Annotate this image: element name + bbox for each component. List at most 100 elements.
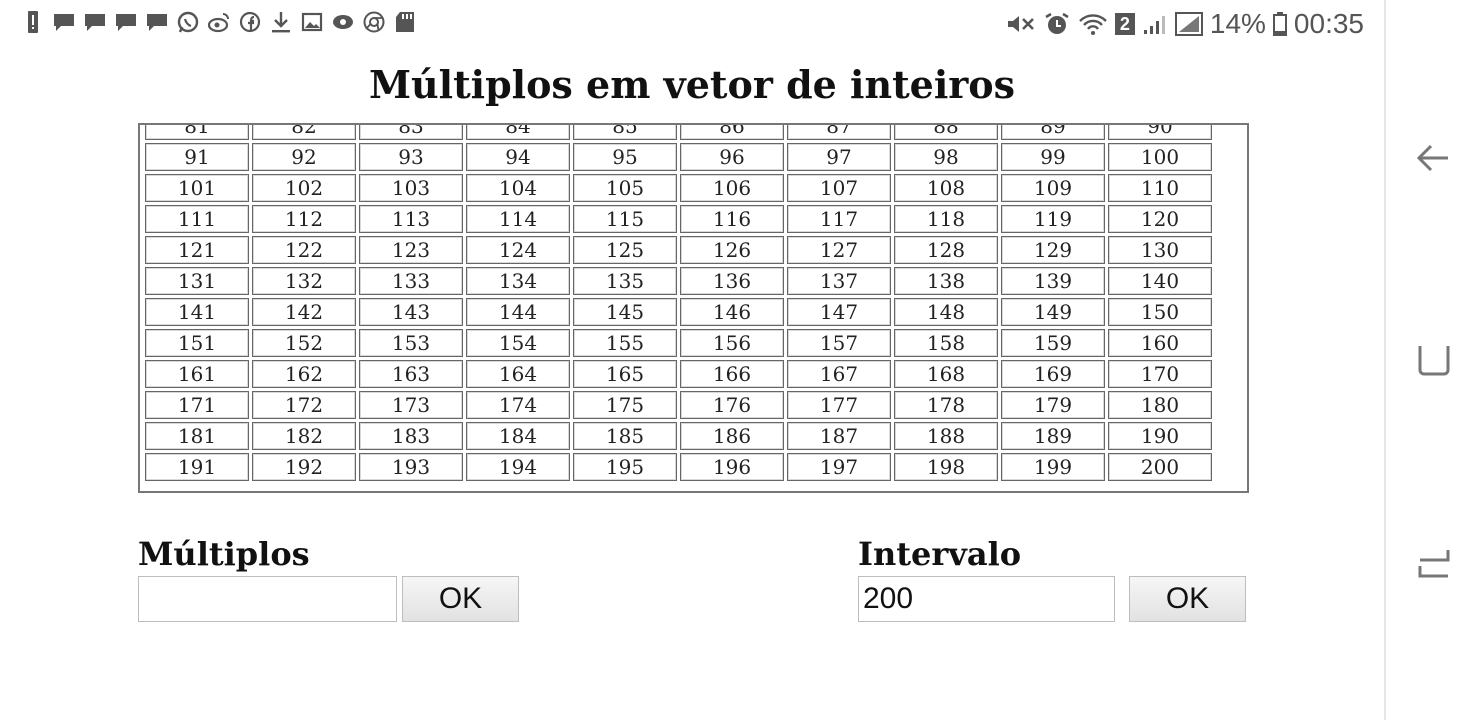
- table-cell: 167: [787, 360, 891, 388]
- table-row: 91 92 93 94 95 96 97 98 99 100: [145, 143, 1212, 171]
- table-cell: 111: [145, 205, 249, 233]
- intervalo-input[interactable]: [858, 576, 1115, 622]
- table-cell: 140: [1108, 267, 1212, 295]
- table-cell: 121: [145, 236, 249, 264]
- table-cell: 127: [787, 236, 891, 264]
- table-cell: 123: [359, 236, 463, 264]
- table-cell: 139: [1001, 267, 1105, 295]
- table-cell: 96: [680, 143, 784, 171]
- table-cell: 166: [680, 360, 784, 388]
- table-cell: 116: [680, 205, 784, 233]
- status-bar: 2 14% 00:35: [0, 0, 1384, 48]
- table-cell: 156: [680, 329, 784, 357]
- table-cell: 168: [894, 360, 998, 388]
- table-row: 191 192 193 194 195 196 197 198 199 200: [145, 453, 1212, 481]
- table-cell: 159: [1001, 329, 1105, 357]
- sim-badge: 2: [1114, 13, 1135, 35]
- signal-2-icon: [1174, 12, 1203, 36]
- table-cell: 104: [466, 174, 570, 202]
- table-cell: 138: [894, 267, 998, 295]
- table-cell: 180: [1108, 391, 1212, 419]
- table-cell: 182: [252, 422, 356, 450]
- table-cell: 179: [1001, 391, 1105, 419]
- table-cell: 144: [466, 298, 570, 326]
- table-cell: 94: [466, 143, 570, 171]
- table-row: 131 132 133 134 135 136 137 138 139 140: [145, 267, 1212, 295]
- table-cell: 102: [252, 174, 356, 202]
- table-cell: 82: [252, 125, 356, 140]
- image-icon: [301, 10, 323, 34]
- table-cell: 183: [359, 422, 463, 450]
- table-row: 181 182 183 184 185 186 187 188 189 190: [145, 422, 1212, 450]
- multiplos-input[interactable]: [138, 576, 397, 622]
- intervalo-ok-button[interactable]: OK: [1129, 576, 1246, 622]
- sdcard-icon: [394, 10, 416, 34]
- table-cell: 87: [787, 125, 891, 140]
- table-cell: 148: [894, 298, 998, 326]
- table-row: 101 102 103 104 105 106 107 108 109 110: [145, 174, 1212, 202]
- table-cell: 171: [145, 391, 249, 419]
- table-row: 81 82 83 84 85 86 87 88 89 90: [145, 125, 1212, 140]
- table-cell: 186: [680, 422, 784, 450]
- recent-apps-button[interactable]: [1414, 542, 1454, 582]
- table-cell: 149: [1001, 298, 1105, 326]
- table-cell: 135: [573, 267, 677, 295]
- table-cell: 199: [1001, 453, 1105, 481]
- table-row: 121 122 123 124 125 126 127 128 129 130: [145, 236, 1212, 264]
- table-cell: 85: [573, 125, 677, 140]
- table-cell: 84: [466, 125, 570, 140]
- table-cell: 109: [1001, 174, 1105, 202]
- table-cell: 172: [252, 391, 356, 419]
- clock: 00:35: [1293, 8, 1364, 39]
- table-cell: 129: [1001, 236, 1105, 264]
- mute-icon: [1006, 12, 1036, 36]
- table-cell: 132: [252, 267, 356, 295]
- table-row: 111 112 113 114 115 116 117 118 119 120: [145, 205, 1212, 233]
- table-cell: 147: [787, 298, 891, 326]
- table-cell: 143: [359, 298, 463, 326]
- table-cell: 100: [1108, 143, 1212, 171]
- table-cell: 169: [1001, 360, 1105, 388]
- table-cell: 141: [145, 298, 249, 326]
- table-cell: 152: [252, 329, 356, 357]
- table-cell: 181: [145, 422, 249, 450]
- table-cell: 95: [573, 143, 677, 171]
- table-cell: 88: [894, 125, 998, 140]
- table-cell: 195: [573, 453, 677, 481]
- table-cell: 158: [894, 329, 998, 357]
- table-cell: 117: [787, 205, 891, 233]
- multiplos-ok-button[interactable]: OK: [402, 576, 519, 622]
- table-cell: 103: [359, 174, 463, 202]
- multiplos-label: Múltiplos: [138, 535, 310, 573]
- table-cell: 113: [359, 205, 463, 233]
- table-cell: 173: [359, 391, 463, 419]
- eye-icon: [332, 10, 354, 34]
- recent-apps-icon: [1418, 550, 1450, 578]
- table-cell: 184: [466, 422, 570, 450]
- table-cell: 191: [145, 453, 249, 481]
- message-icon: [84, 10, 106, 34]
- numbers-grid-scroll[interactable]: 81 82 83 84 85 86 87 88 89 90 91 92 93 94 95 96 97 98 99 10…: [138, 123, 1249, 493]
- back-arrow-icon: [1416, 144, 1448, 172]
- table-cell: 161: [145, 360, 249, 388]
- table-cell: 114: [466, 205, 570, 233]
- wifi-icon: [1078, 12, 1108, 36]
- table-cell: 97: [787, 143, 891, 171]
- table-cell: 130: [1108, 236, 1212, 264]
- table-cell: 93: [359, 143, 463, 171]
- battery-percent: 14%: [1209, 8, 1266, 39]
- table-cell: 193: [359, 453, 463, 481]
- table-cell: 125: [573, 236, 677, 264]
- table-cell: 153: [359, 329, 463, 357]
- home-button[interactable]: [1414, 340, 1454, 380]
- table-cell: 112: [252, 205, 356, 233]
- table-cell: 92: [252, 143, 356, 171]
- back-button[interactable]: [1414, 138, 1454, 178]
- table-cell: 188: [894, 422, 998, 450]
- table-cell: 185: [573, 422, 677, 450]
- table-cell: 189: [1001, 422, 1105, 450]
- table-cell: 106: [680, 174, 784, 202]
- message-icon: [115, 10, 137, 34]
- home-square-icon: [1418, 346, 1450, 376]
- table-cell: 89: [1001, 125, 1105, 140]
